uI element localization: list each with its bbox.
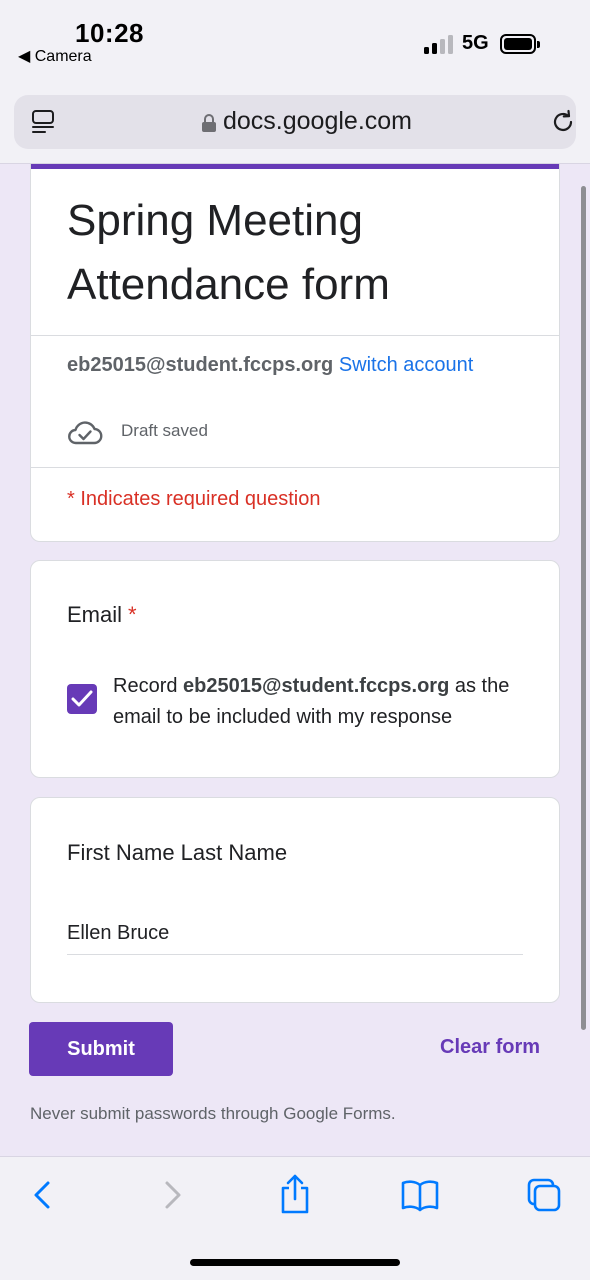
bookmarks-icon[interactable] bbox=[400, 1177, 440, 1213]
name-input[interactable]: Ellen Bruce bbox=[67, 922, 169, 945]
signal-icon bbox=[424, 34, 456, 54]
form-header-card: Spring Meeting Attendance form eb25015@s… bbox=[30, 164, 560, 542]
name-question-card: First Name Last Name Ellen Bruce bbox=[30, 797, 560, 1003]
back-to-camera-link[interactable]: ◀ Camera bbox=[18, 46, 92, 66]
question-title: Email * bbox=[67, 602, 137, 628]
input-underline bbox=[67, 954, 523, 955]
tabs-icon[interactable] bbox=[526, 1177, 562, 1213]
divider bbox=[31, 467, 559, 468]
url-text[interactable]: docs.google.com bbox=[223, 107, 412, 136]
question-title: First Name Last Name bbox=[67, 840, 288, 865]
password-warning: Never submit passwords through Google Fo… bbox=[30, 1104, 396, 1123]
account-line: eb25015@student.fccps.org Switch account bbox=[67, 354, 473, 377]
status-time: 10:28 bbox=[75, 18, 144, 48]
record-email-checkbox[interactable] bbox=[67, 684, 97, 714]
forward-icon[interactable] bbox=[154, 1177, 190, 1213]
accent-bar bbox=[31, 164, 559, 169]
draft-status: Draft saved bbox=[121, 421, 208, 440]
submit-button[interactable]: Submit bbox=[29, 1022, 173, 1076]
form-title: Spring Meeting Attendance form bbox=[67, 196, 390, 309]
browser-toolbar bbox=[0, 1156, 590, 1280]
lock-icon bbox=[202, 114, 216, 132]
divider bbox=[31, 335, 559, 336]
record-prefix: Record bbox=[113, 675, 178, 697]
email-question-card: Email * Record eb25015@student.fccps.org … bbox=[30, 560, 560, 778]
home-indicator bbox=[190, 1259, 400, 1266]
switch-account-link[interactable]: Switch account bbox=[339, 354, 474, 376]
check-icon bbox=[71, 690, 93, 707]
scrollbar[interactable] bbox=[581, 186, 586, 1030]
record-email: eb25015@student.fccps.org bbox=[183, 675, 450, 697]
battery-icon bbox=[500, 34, 540, 54]
reload-icon[interactable] bbox=[550, 109, 576, 135]
page-menu-icon[interactable] bbox=[31, 109, 55, 135]
browser-address-area: docs.google.com bbox=[0, 88, 590, 164]
status-bar: 10:28 ◀ Camera 5G bbox=[0, 0, 590, 88]
required-star: * bbox=[128, 602, 137, 627]
address-bar[interactable]: docs.google.com bbox=[14, 95, 576, 149]
back-icon[interactable] bbox=[25, 1177, 61, 1213]
share-icon[interactable] bbox=[277, 1173, 313, 1215]
required-note: * Indicates required question bbox=[67, 488, 321, 510]
question-label: Email bbox=[67, 602, 123, 627]
network-type: 5G bbox=[462, 32, 489, 54]
account-email: eb25015@student.fccps.org bbox=[67, 354, 334, 376]
cloud-done-icon bbox=[68, 421, 103, 445]
record-email-label[interactable]: Record eb25015@student.fccps.org as the … bbox=[113, 671, 543, 733]
clear-form-button[interactable]: Clear form bbox=[440, 1036, 540, 1059]
